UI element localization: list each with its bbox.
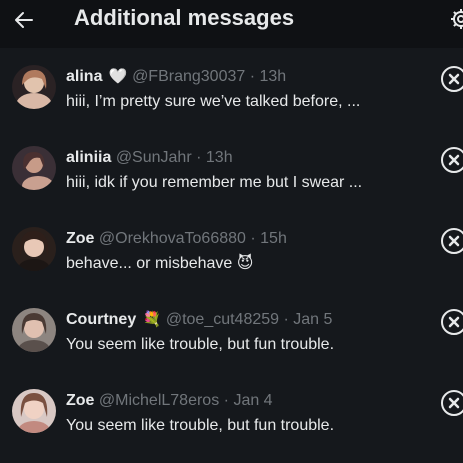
settings-button[interactable] — [449, 7, 463, 31]
avatar[interactable] — [12, 65, 56, 109]
back-button[interactable] — [10, 6, 38, 34]
timestamp: Jan 4 — [233, 392, 273, 409]
timestamp: 13h — [259, 68, 287, 85]
timestamp: Jan 5 — [293, 311, 333, 328]
sender-handle[interactable]: @SunJahr — [116, 149, 192, 166]
list-item[interactable]: Courtney 💐 @toe_cut48259 · Jan 5 You see… — [0, 291, 463, 371]
dismiss-button[interactable] — [441, 147, 463, 173]
sender-handle[interactable]: @OrekhovaTo66880 — [99, 230, 246, 247]
bouquet-emoji-icon: 💐 — [142, 311, 162, 328]
avatar[interactable] — [12, 308, 56, 352]
sender-line: alina 🤍 @FBrang30037 · 13h — [66, 67, 286, 87]
arrow-left-icon — [15, 12, 33, 28]
list-item[interactable]: alina 🤍 @FBrang30037 · 13h hiii, I’m pre… — [0, 48, 463, 128]
message-preview: hiii, idk if you remember me but I swear… — [66, 174, 363, 191]
sender-line: aliniia @SunJahr · 13h — [66, 148, 233, 168]
message-preview: hiii, I’m pretty sure we’ve talked befor… — [66, 93, 361, 110]
sender-handle[interactable]: @MichelL78eros — [99, 392, 219, 409]
close-icon — [448, 397, 460, 409]
heart-emoji-icon: 🤍 — [108, 68, 128, 85]
sender-name[interactable]: aliniia — [66, 149, 111, 166]
message-preview: behave... or misbehave 😈 — [66, 255, 254, 272]
message-preview: You seem like trouble, but fun trouble. — [66, 336, 335, 353]
separator: · — [249, 68, 256, 85]
message-preview: You seem like trouble, but fun trouble. — [66, 417, 335, 434]
timestamp: 15h — [260, 230, 287, 247]
separator: · — [223, 392, 229, 409]
sender-handle[interactable]: @toe_cut48259 — [166, 311, 279, 328]
sender-line: Zoe @MichelL78eros · Jan 4 — [66, 391, 273, 411]
sender-name[interactable]: Zoe — [66, 230, 94, 247]
dismiss-button[interactable] — [441, 66, 463, 92]
dismiss-button[interactable] — [441, 228, 463, 254]
avatar[interactable] — [12, 227, 56, 271]
sender-line: Courtney 💐 @toe_cut48259 · Jan 5 — [66, 310, 332, 330]
close-icon — [448, 316, 460, 328]
dismiss-button[interactable] — [441, 390, 463, 416]
sender-name[interactable]: Courtney — [66, 311, 136, 328]
top-bar: Additional messages — [0, 0, 463, 48]
close-icon — [448, 235, 460, 247]
separator: · — [283, 311, 289, 328]
list-item[interactable]: Zoe @MichelL78eros · Jan 4 You seem like… — [0, 372, 463, 452]
close-icon — [448, 154, 460, 166]
separator: · — [250, 230, 256, 247]
close-icon — [448, 73, 460, 85]
timestamp: 13h — [205, 149, 233, 166]
page-title: Additional messages — [74, 5, 295, 30]
sender-line: Zoe @OrekhovaTo66880 · 15h — [66, 229, 287, 249]
avatar[interactable] — [12, 146, 56, 190]
dismiss-button[interactable] — [441, 309, 463, 335]
sender-name[interactable]: alina — [66, 68, 102, 85]
gear-icon — [451, 9, 463, 29]
sender-name[interactable]: Zoe — [66, 392, 94, 409]
sender-handle[interactable]: @FBrang30037 — [132, 68, 245, 85]
list-item[interactable]: aliniia @SunJahr · 13h hiii, idk if you … — [0, 129, 463, 209]
avatar[interactable] — [12, 389, 56, 433]
list-item[interactable]: Zoe @OrekhovaTo66880 · 15h behave... or … — [0, 210, 463, 290]
separator: · — [196, 149, 202, 166]
